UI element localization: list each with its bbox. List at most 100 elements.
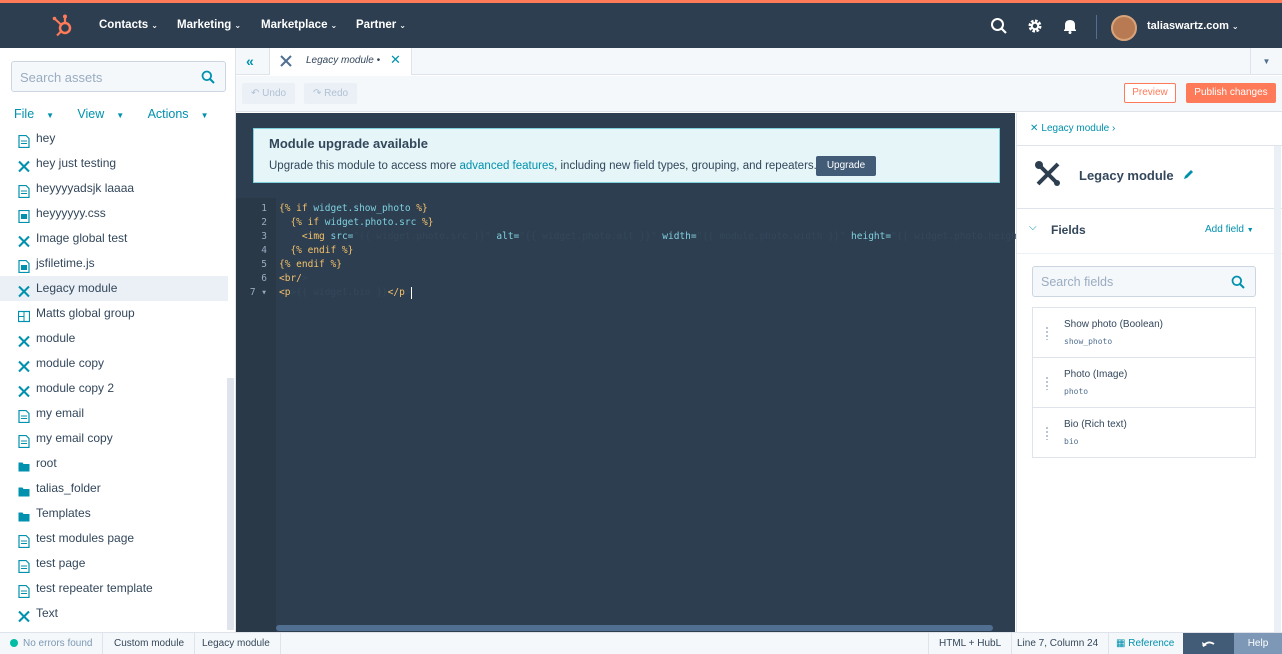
nav-contacts[interactable]: Contacts ⌄ [99, 19, 158, 31]
panel-scrollbar[interactable] [1274, 146, 1281, 632]
status-dot-icon [10, 639, 18, 648]
asset-item[interactable]: Matts global group [0, 301, 228, 326]
account-menu[interactable]: taliaswartz.com ⌄ [1147, 20, 1239, 32]
redo-icon: ↷ [313, 88, 322, 99]
asset-list: hey hey just testing heyyyyadsjk laaaa heyy… [0, 126, 228, 630]
help-button[interactable]: Help [1234, 633, 1282, 654]
chevron-down-icon[interactable]: ⌵ [1029, 222, 1037, 233]
file-icon [18, 407, 30, 424]
field-card[interactable]: Show photo (Boolean) show_photo [1032, 307, 1256, 358]
asset-item[interactable]: Legacy module [0, 276, 228, 301]
field-card[interactable]: Photo (Image) photo [1032, 357, 1256, 408]
asset-item[interactable]: test page [0, 551, 228, 576]
drag-handle-icon[interactable] [1045, 326, 1049, 340]
asset-item[interactable]: module copy 2 [0, 376, 228, 401]
asset-item[interactable]: hey just testing [0, 151, 228, 176]
hubspot-logo-icon[interactable] [50, 13, 76, 39]
sidebar-scrollbar[interactable] [227, 378, 234, 630]
menu-file[interactable]: File ▼ [14, 107, 64, 121]
js-file-icon [18, 257, 30, 274]
module-icon [18, 282, 30, 298]
tab-dropdown-icon[interactable]: ▼ [1250, 48, 1282, 75]
asset-label: Legacy module [36, 281, 118, 295]
asset-label: test modules page [36, 531, 135, 545]
nav-partner[interactable]: Partner ⌄ [356, 19, 406, 31]
asset-item[interactable]: my email [0, 401, 228, 426]
asset-item[interactable]: Image global test [0, 226, 228, 251]
asset-item[interactable]: test repeater template [0, 576, 228, 601]
module-icon [18, 232, 30, 248]
line-number: 5 [261, 259, 267, 270]
search-icon[interactable] [990, 17, 1008, 35]
avatar[interactable] [1111, 15, 1137, 41]
asset-item[interactable]: root [0, 451, 228, 476]
asset-item[interactable]: hey [0, 126, 228, 151]
module-title: Legacy module [1079, 168, 1174, 183]
fields-section-label: Fields [1051, 223, 1086, 237]
nav-marketing[interactable]: Marketing ⌄ [177, 19, 241, 31]
asset-item[interactable]: module copy [0, 351, 228, 376]
asset-label: root [36, 456, 57, 470]
add-field-button[interactable]: Add field ▼ [1205, 224, 1254, 235]
top-nav-bar: Contacts ⌄ Marketing ⌄ Marketplace ⌄ Partne… [0, 0, 1282, 48]
edit-pencil-icon[interactable] [1182, 168, 1195, 181]
nav-divider [1096, 15, 1097, 39]
preview-button[interactable]: Preview [1124, 83, 1176, 103]
publish-changes-button[interactable]: Publish changes [1186, 83, 1276, 103]
horizontal-scrollbar[interactable] [276, 625, 993, 631]
status-language[interactable]: HTML + HubL [928, 633, 1013, 654]
asset-item[interactable]: heyyyyyy.css [0, 201, 228, 226]
line-number: 1 [261, 203, 267, 214]
reference-link[interactable]: ▦ Reference [1106, 633, 1186, 654]
undo-button[interactable]: ↶ Undo [242, 83, 296, 104]
code-text: {% if widget.show_photo %} [279, 203, 428, 214]
asset-label: Templates [36, 506, 91, 520]
asset-item[interactable]: heyyyyadsjk laaaa [0, 176, 228, 201]
code-text: <img src="{{ widget.photo.src }}" alt="{… [301, 231, 1023, 242]
gear-icon[interactable] [1026, 17, 1044, 35]
drag-handle-icon[interactable] [1045, 376, 1049, 390]
divider [1017, 145, 1282, 146]
wrench-screwdriver-icon [1035, 161, 1060, 186]
asset-label: test repeater template [36, 581, 153, 595]
chevron-down-icon: ⌄ [1231, 22, 1239, 31]
asset-item[interactable]: Templates [0, 501, 228, 526]
asset-label: talias_folder [36, 481, 101, 495]
drag-handle-icon[interactable] [1045, 426, 1049, 440]
field-id: show_photo [1064, 337, 1113, 346]
code-text: <br/> [279, 273, 308, 284]
advanced-features-link[interactable]: advanced features [459, 160, 554, 172]
module-icon [18, 332, 30, 348]
asset-item[interactable]: my email copy [0, 426, 228, 451]
field-card[interactable]: Bio (Rich text) bio [1032, 407, 1256, 458]
asset-item[interactable]: Text [0, 601, 228, 626]
tab-legacy-module[interactable]: Legacy module • ✕ [269, 48, 412, 75]
field-name: Photo (Image) [1064, 369, 1128, 380]
file-icon [18, 132, 30, 149]
undo-icon[interactable] [1183, 633, 1234, 654]
caret-down-icon: ▼ [116, 111, 125, 120]
menu-view[interactable]: View ▼ [77, 107, 134, 121]
field-name: Show photo (Boolean) [1064, 319, 1163, 330]
line-number: 3 [261, 231, 267, 242]
code-text: {% endif %} [290, 245, 354, 256]
upgrade-button[interactable]: Upgrade [816, 156, 876, 176]
line-number: 2 [261, 217, 267, 228]
tab-strip: « Legacy module • ✕ ▼ [236, 48, 1282, 75]
asset-label: Text [36, 606, 59, 620]
redo-button[interactable]: ↷ Redo [304, 83, 358, 104]
nav-marketplace[interactable]: Marketplace ⌄ [261, 19, 337, 31]
asset-item[interactable]: jsfiletime.js [0, 251, 228, 276]
asset-item[interactable]: test modules page [0, 526, 228, 551]
search-assets-input[interactable]: Search assets [11, 61, 226, 92]
css-file-icon [18, 207, 30, 224]
asset-item[interactable]: talias_folder [0, 476, 228, 501]
asset-item[interactable]: module [0, 326, 228, 351]
code-editor[interactable]: Module upgrade available Upgrade this mo… [236, 113, 1023, 632]
menu-actions[interactable]: Actions ▼ [148, 107, 219, 121]
breadcrumb[interactable]: ✕ Legacy module › [1030, 123, 1115, 134]
search-fields-input[interactable]: Search fields [1032, 266, 1256, 297]
collapse-sidebar-icon[interactable]: « [246, 53, 254, 69]
close-tab-icon[interactable]: ✕ [390, 52, 401, 68]
bell-icon[interactable] [1061, 17, 1079, 35]
